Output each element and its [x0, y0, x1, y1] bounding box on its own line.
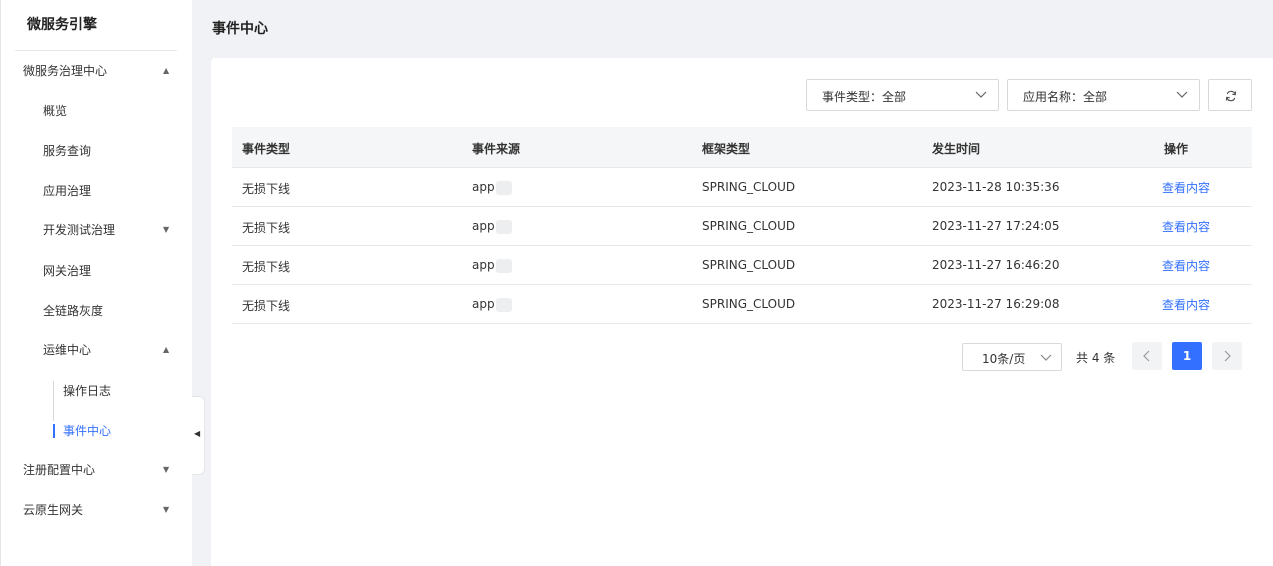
cell-event-source: app — [472, 297, 512, 312]
cell-time: 2023-11-27 16:29:08 — [932, 297, 1060, 311]
view-content-link[interactable]: 查看内容 — [1162, 296, 1210, 313]
page-number-button[interactable]: 1 — [1172, 342, 1202, 370]
sidebar-item-label: 开发测试治理 — [43, 223, 116, 237]
sidebar-item-governance-center[interactable]: 微服务治理中心 ▲ — [1, 57, 193, 85]
sidebar-item-dev-test-governance[interactable]: 开发测试治理 ▼ — [1, 216, 193, 244]
sidebar-item-cloud-native-gateway[interactable]: 云原生网关 ▼ — [1, 496, 193, 524]
cell-framework: SPRING_CLOUD — [702, 219, 796, 233]
cell-time: 2023-11-27 17:24:05 — [932, 219, 1060, 233]
sidebar-item-label: 网关治理 — [43, 264, 92, 278]
cell-event-source: app — [472, 258, 512, 273]
sidebar-item-ops-center[interactable]: 运维中心 ▲ — [1, 336, 193, 364]
sidebar-item-gateway-governance[interactable]: 网关治理 — [1, 257, 193, 285]
chevron-down-icon: ▼ — [163, 225, 170, 234]
cell-event-type: 无损下线 — [242, 221, 291, 235]
cell-time: 2023-11-28 10:35:36 — [932, 180, 1060, 194]
view-content-link[interactable]: 查看内容 — [1162, 179, 1210, 196]
sidebar: 微服务引擎 微服务治理中心 ▲ 概览 服务查询 应用治理 开发测试治理 ▼ 网关… — [0, 0, 192, 566]
source-text: app — [472, 219, 495, 233]
cell-event-type: 无损下线 — [242, 182, 291, 196]
app-name-select[interactable]: 应用名称：全部 — [1007, 79, 1200, 111]
chevron-down-icon: ▼ — [163, 465, 170, 474]
sidebar-collapse-button[interactable]: ◀ — [192, 396, 205, 475]
sidebar-item-label: 操作日志 — [63, 384, 112, 398]
refresh-icon — [1225, 90, 1237, 102]
chevron-down-icon — [1175, 87, 1189, 101]
column-header-time: 发生时间 — [932, 142, 981, 156]
sidebar-item-label: 云原生网关 — [23, 503, 84, 517]
table-row: 无损下线 app SPRING_CLOUD 2023-11-27 16:29:0… — [232, 285, 1252, 324]
sidebar-item-label: 应用治理 — [43, 184, 92, 198]
chevron-up-icon: ▲ — [163, 66, 170, 75]
refresh-button[interactable] — [1208, 79, 1252, 111]
chevron-down-icon — [974, 87, 988, 101]
cell-framework: SPRING_CLOUD — [702, 297, 796, 311]
chevron-down-icon: ▼ — [163, 505, 170, 514]
sidebar-item-label: 运维中心 — [43, 343, 92, 357]
view-content-link[interactable]: 查看内容 — [1162, 218, 1210, 235]
table-header: 事件类型 事件来源 框架类型 发生时间 操作 — [232, 127, 1252, 168]
table-row: 无损下线 app SPRING_CLOUD 2023-11-28 10:35:3… — [232, 168, 1252, 207]
event-type-select[interactable]: 事件类型：全部 — [806, 79, 999, 111]
next-page-button[interactable] — [1212, 342, 1242, 370]
sidebar-item-app-governance[interactable]: 应用治理 — [1, 177, 193, 205]
event-type-select-value: 事件类型：全部 — [822, 90, 907, 104]
sidebar-item-label: 概览 — [43, 104, 68, 118]
sidebar-item-event-center[interactable]: 事件中心 — [1, 417, 193, 445]
redacted-mask — [495, 297, 512, 312]
page-title: 事件中心 — [212, 21, 268, 37]
sidebar-item-label: 注册配置中心 — [23, 463, 96, 477]
redacted-mask — [495, 219, 512, 234]
view-content-link[interactable]: 查看内容 — [1162, 257, 1210, 274]
cell-framework: SPRING_CLOUD — [702, 258, 796, 272]
cell-event-type: 无损下线 — [242, 299, 291, 313]
app-name-select-value: 应用名称：全部 — [1023, 90, 1108, 104]
chevron-right-icon — [1224, 350, 1231, 362]
sidebar-item-label: 服务查询 — [43, 144, 92, 158]
column-header-action: 操作 — [1164, 142, 1189, 156]
table-row: 无损下线 app SPRING_CLOUD 2023-11-27 17:24:0… — [232, 207, 1252, 246]
cell-event-source: app — [472, 219, 512, 234]
cell-time: 2023-11-27 16:46:20 — [932, 258, 1060, 272]
cell-event-source: app — [472, 180, 512, 195]
total-count: 共 4 条 — [1076, 351, 1116, 365]
source-text: app — [472, 180, 495, 194]
chevron-down-icon — [1039, 350, 1053, 367]
chevron-left-icon — [1143, 350, 1150, 362]
sidebar-item-label: 全链路灰度 — [43, 304, 104, 318]
sidebar-title: 微服务引擎 — [27, 17, 97, 33]
redacted-mask — [495, 180, 512, 195]
sidebar-item-service-query[interactable]: 服务查询 — [1, 137, 193, 165]
source-text: app — [472, 297, 495, 311]
sidebar-item-overview[interactable]: 概览 — [1, 97, 193, 125]
sidebar-item-full-link-gray[interactable]: 全链路灰度 — [1, 297, 193, 325]
sidebar-item-label: 微服务治理中心 — [23, 64, 108, 78]
cell-event-type: 无损下线 — [242, 260, 291, 274]
source-text: app — [472, 258, 495, 272]
sidebar-divider — [15, 50, 177, 51]
sidebar-item-label: 事件中心 — [63, 424, 112, 438]
cell-framework: SPRING_CLOUD — [702, 180, 796, 194]
column-header-framework: 框架类型 — [702, 142, 751, 156]
prev-page-button[interactable] — [1132, 342, 1162, 370]
column-header-event-type: 事件类型 — [242, 142, 291, 156]
chevron-up-icon: ▲ — [163, 345, 170, 354]
column-header-event-source: 事件来源 — [472, 142, 521, 156]
redacted-mask — [495, 258, 512, 273]
sidebar-item-registry-config-center[interactable]: 注册配置中心 ▼ — [1, 456, 193, 484]
sidebar-item-operation-log[interactable]: 操作日志 — [1, 377, 193, 405]
page-size-value: 10条/页 — [982, 352, 1026, 366]
caret-left-icon: ◀ — [194, 429, 201, 438]
page-size-select[interactable]: 10条/页 — [962, 343, 1062, 371]
table-row: 无损下线 app SPRING_CLOUD 2023-11-27 16:46:2… — [232, 246, 1252, 285]
